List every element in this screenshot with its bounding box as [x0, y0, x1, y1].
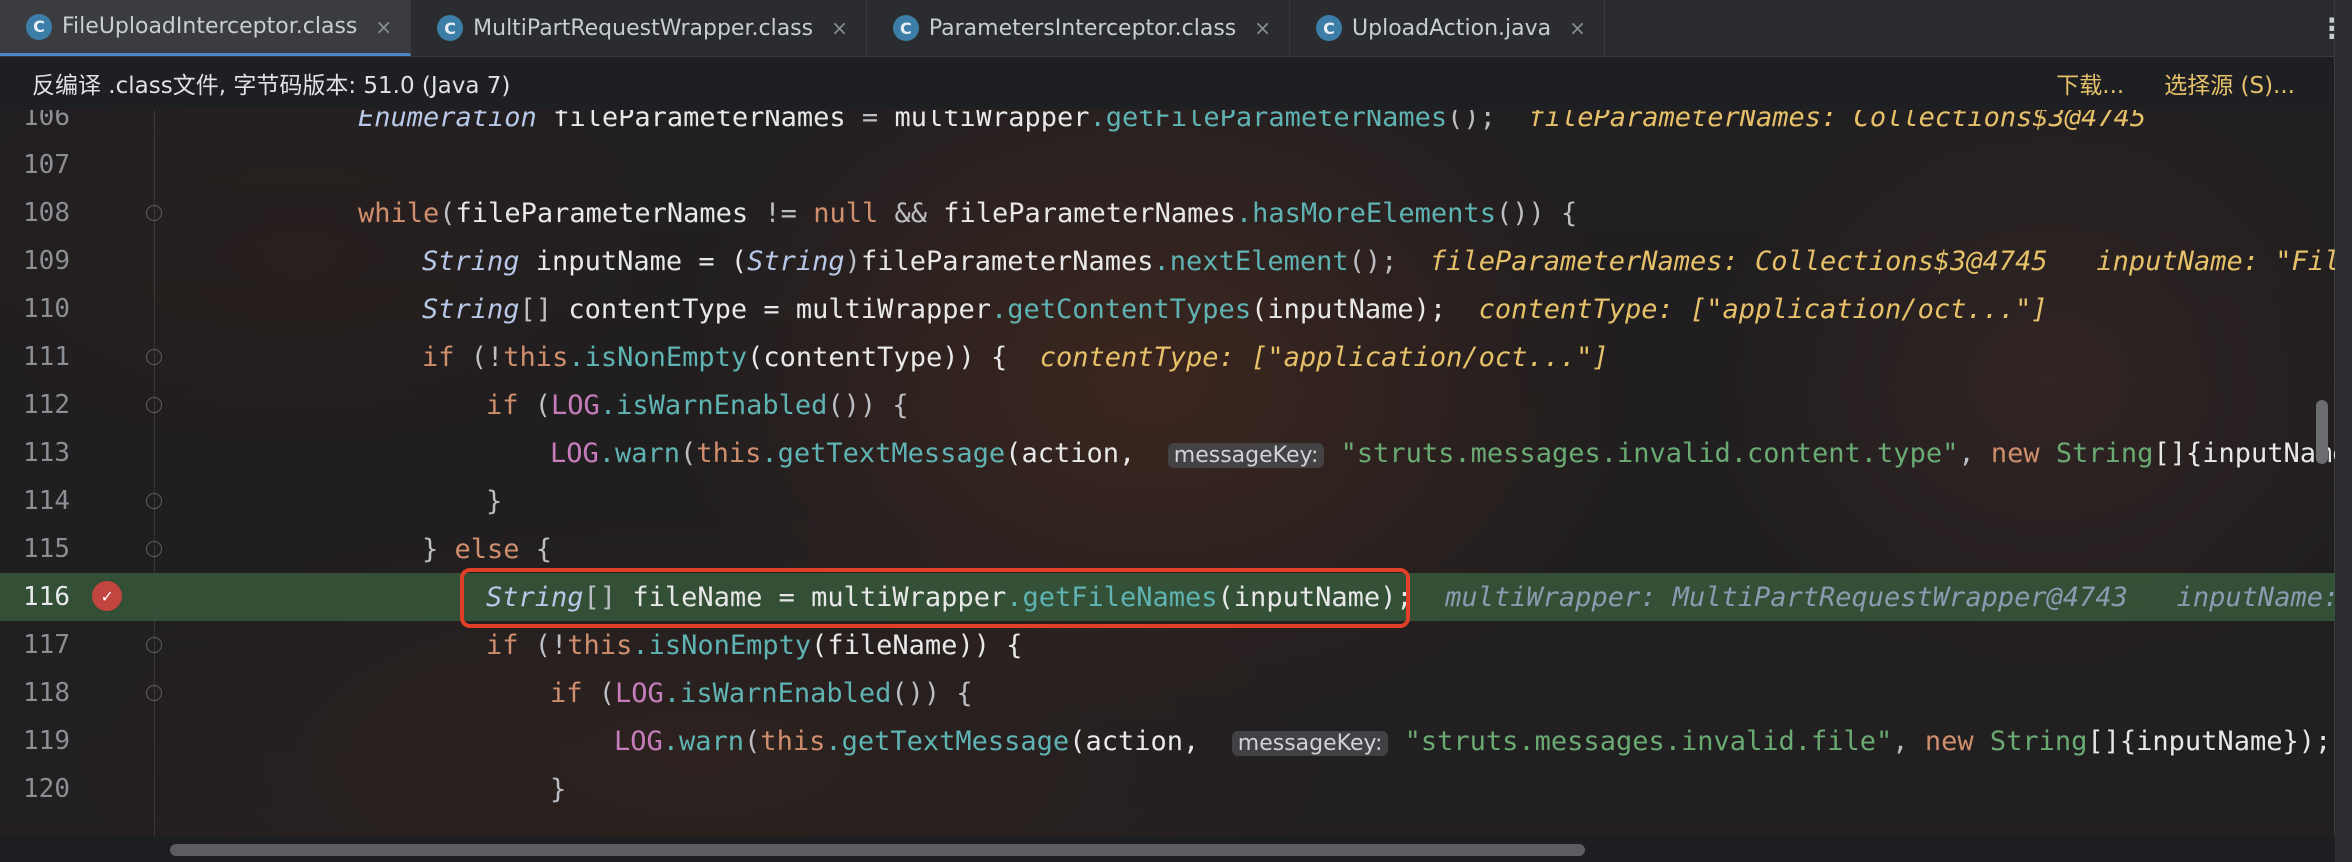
horizontal-scrollbar-thumb[interactable] — [170, 844, 1585, 856]
vertical-scrollbar-thumb[interactable] — [2316, 400, 2328, 464]
inline-debug-value: fileParameterNames: Collections$3@4745 — [1429, 245, 2048, 277]
class-file-icon: C — [437, 15, 464, 41]
code-text: if (!this.isNonEmpty(contentType)) { con… — [422, 341, 1609, 373]
fold-marker-icon[interactable] — [146, 349, 162, 365]
line-number: 110 — [23, 294, 70, 324]
line-number: 120 — [23, 774, 70, 804]
inline-debug-value: inputName: — [2176, 581, 2335, 613]
line-number: 113 — [23, 438, 70, 468]
parameter-name-hint: messageKey: — [1167, 442, 1325, 468]
code-text: String inputName = (String)fileParameter… — [422, 246, 2335, 277]
code-line[interactable]: 108 while(fileParameterNames != null && … — [0, 189, 2335, 237]
inline-debug-value: fileParameterNames: Collections$3@4745 — [1528, 110, 2147, 133]
code-text: } else { — [422, 533, 553, 565]
inline-debug-value: contentType: ["application/oct..."] — [1039, 341, 1609, 373]
code-line[interactable]: 109 String inputName = (String)fileParam… — [0, 237, 2335, 285]
line-number: 116 — [23, 582, 70, 612]
tab-parameters-interceptor[interactable]: C ParametersInterceptor.class × — [867, 0, 1291, 56]
code-line[interactable]: 115 } else { — [0, 525, 2335, 573]
code-line[interactable]: 120 } — [0, 765, 2335, 813]
code-editor[interactable]: 105 106 Enumeration fileParameterNames =… — [0, 110, 2335, 837]
horizontal-scrollbar[interactable] — [0, 837, 2335, 862]
download-sources-link[interactable]: 下载... — [2056, 66, 2124, 100]
code-line[interactable]: 112 if (LOG.isWarnEnabled()) { — [0, 381, 2335, 429]
java-class-icon: C — [1316, 15, 1343, 41]
tab-label: FileUploadInterceptor.class — [62, 14, 358, 39]
decompiled-banner-message: 反编译 .class文件, 字节码版本: 51.0 (Java 7) — [32, 73, 511, 99]
line-number: 115 — [23, 534, 70, 564]
fold-marker-icon[interactable] — [146, 541, 162, 557]
parameter-name-hint: messageKey: — [1231, 730, 1389, 756]
code-line[interactable]: 106 Enumeration fileParameterNames = mul… — [0, 110, 2335, 141]
code-text: Enumeration fileParameterNames = multiWr… — [358, 110, 2146, 133]
code-line[interactable]: 110 String[] contentType = multiWrapper.… — [0, 285, 2335, 333]
fold-marker-icon[interactable] — [146, 685, 162, 701]
code-line[interactable]: 117 if (!this.isNonEmpty(fileName)) { — [0, 621, 2335, 669]
right-tool-strip[interactable] — [2334, 0, 2352, 862]
code-line[interactable]: 107 — [0, 141, 2335, 189]
code-line[interactable]: 114 } — [0, 477, 2335, 525]
line-number: 114 — [23, 486, 70, 516]
line-number: 119 — [23, 726, 70, 756]
tab-upload-action[interactable]: C UploadAction.java × — [1290, 0, 1605, 56]
tab-label: ParametersInterceptor.class — [928, 15, 1237, 41]
close-icon[interactable]: × — [375, 15, 392, 39]
fold-marker-icon[interactable] — [146, 637, 162, 653]
close-icon[interactable]: × — [1254, 16, 1271, 40]
tab-multipart-request-wrapper[interactable]: C MultiPartRequestWrapper.class × — [411, 0, 867, 56]
line-number: 118 — [23, 678, 70, 708]
inline-debug-value: inputName: "File — [2096, 245, 2335, 277]
highlight-annotation-box — [460, 568, 1410, 628]
code-text: if (LOG.isWarnEnabled()) { — [550, 677, 973, 709]
tab-bar-spacer — [1605, 0, 2312, 56]
tab-label: UploadAction.java — [1352, 15, 1552, 41]
class-file-icon: C — [892, 15, 919, 41]
tab-file-upload-interceptor[interactable]: C FileUploadInterceptor.class × — [0, 0, 412, 56]
inline-debug-value: contentType: ["application/oct..."] — [1478, 293, 2048, 325]
tab-label: MultiPartRequestWrapper.class — [473, 15, 814, 41]
class-file-icon: C — [26, 13, 52, 40]
code-text: while(fileParameterNames != null && file… — [358, 197, 1578, 229]
code-text: } — [486, 485, 503, 517]
choose-sources-link[interactable]: 选择源 (S)... — [2164, 66, 2295, 100]
code-text: if (!this.isNonEmpty(fileName)) { — [486, 629, 1023, 661]
line-number: 107 — [23, 150, 70, 180]
code-text: } — [550, 773, 567, 805]
line-number: 112 — [23, 390, 70, 420]
close-icon[interactable]: × — [1569, 16, 1586, 40]
decompiled-class-banner: 反编译 .class文件, 字节码版本: 51.0 (Java 7) 下载...… — [0, 57, 2335, 109]
code-line[interactable]: 113 LOG.warn(this.getTextMessage(action,… — [0, 429, 2335, 477]
code-text: if (LOG.isWarnEnabled()) { — [486, 389, 909, 421]
line-number: 106 — [23, 110, 70, 132]
code-text: String[] contentType = multiWrapper.getC… — [422, 293, 2048, 325]
line-number: 117 — [23, 630, 70, 660]
code-line[interactable]: 119 LOG.warn(this.getTextMessage(action,… — [0, 717, 2335, 765]
code-line[interactable]: 118 if (LOG.isWarnEnabled()) { — [0, 669, 2335, 717]
fold-marker-icon[interactable] — [146, 397, 162, 413]
code-text: LOG.warn(this.getTextMessage(action, mes… — [614, 725, 2332, 757]
line-number: 109 — [23, 246, 70, 276]
close-icon[interactable]: × — [831, 16, 848, 40]
code-text: LOG.warn(this.getTextMessage(action, mes… — [550, 437, 2335, 469]
editor-tab-bar: C FileUploadInterceptor.class × C MultiP… — [0, 0, 2352, 57]
line-number: 111 — [23, 342, 70, 372]
breakpoint-check-icon[interactable]: ✓ — [92, 581, 122, 611]
inline-debug-value: multiWrapper: MultiPartRequestWrapper@47… — [1445, 581, 2128, 613]
fold-marker-icon[interactable] — [146, 493, 162, 509]
code-line[interactable]: 111 if (!this.isNonEmpty(contentType)) {… — [0, 333, 2335, 381]
fold-marker-icon[interactable] — [146, 205, 162, 221]
line-number: 108 — [23, 198, 70, 228]
